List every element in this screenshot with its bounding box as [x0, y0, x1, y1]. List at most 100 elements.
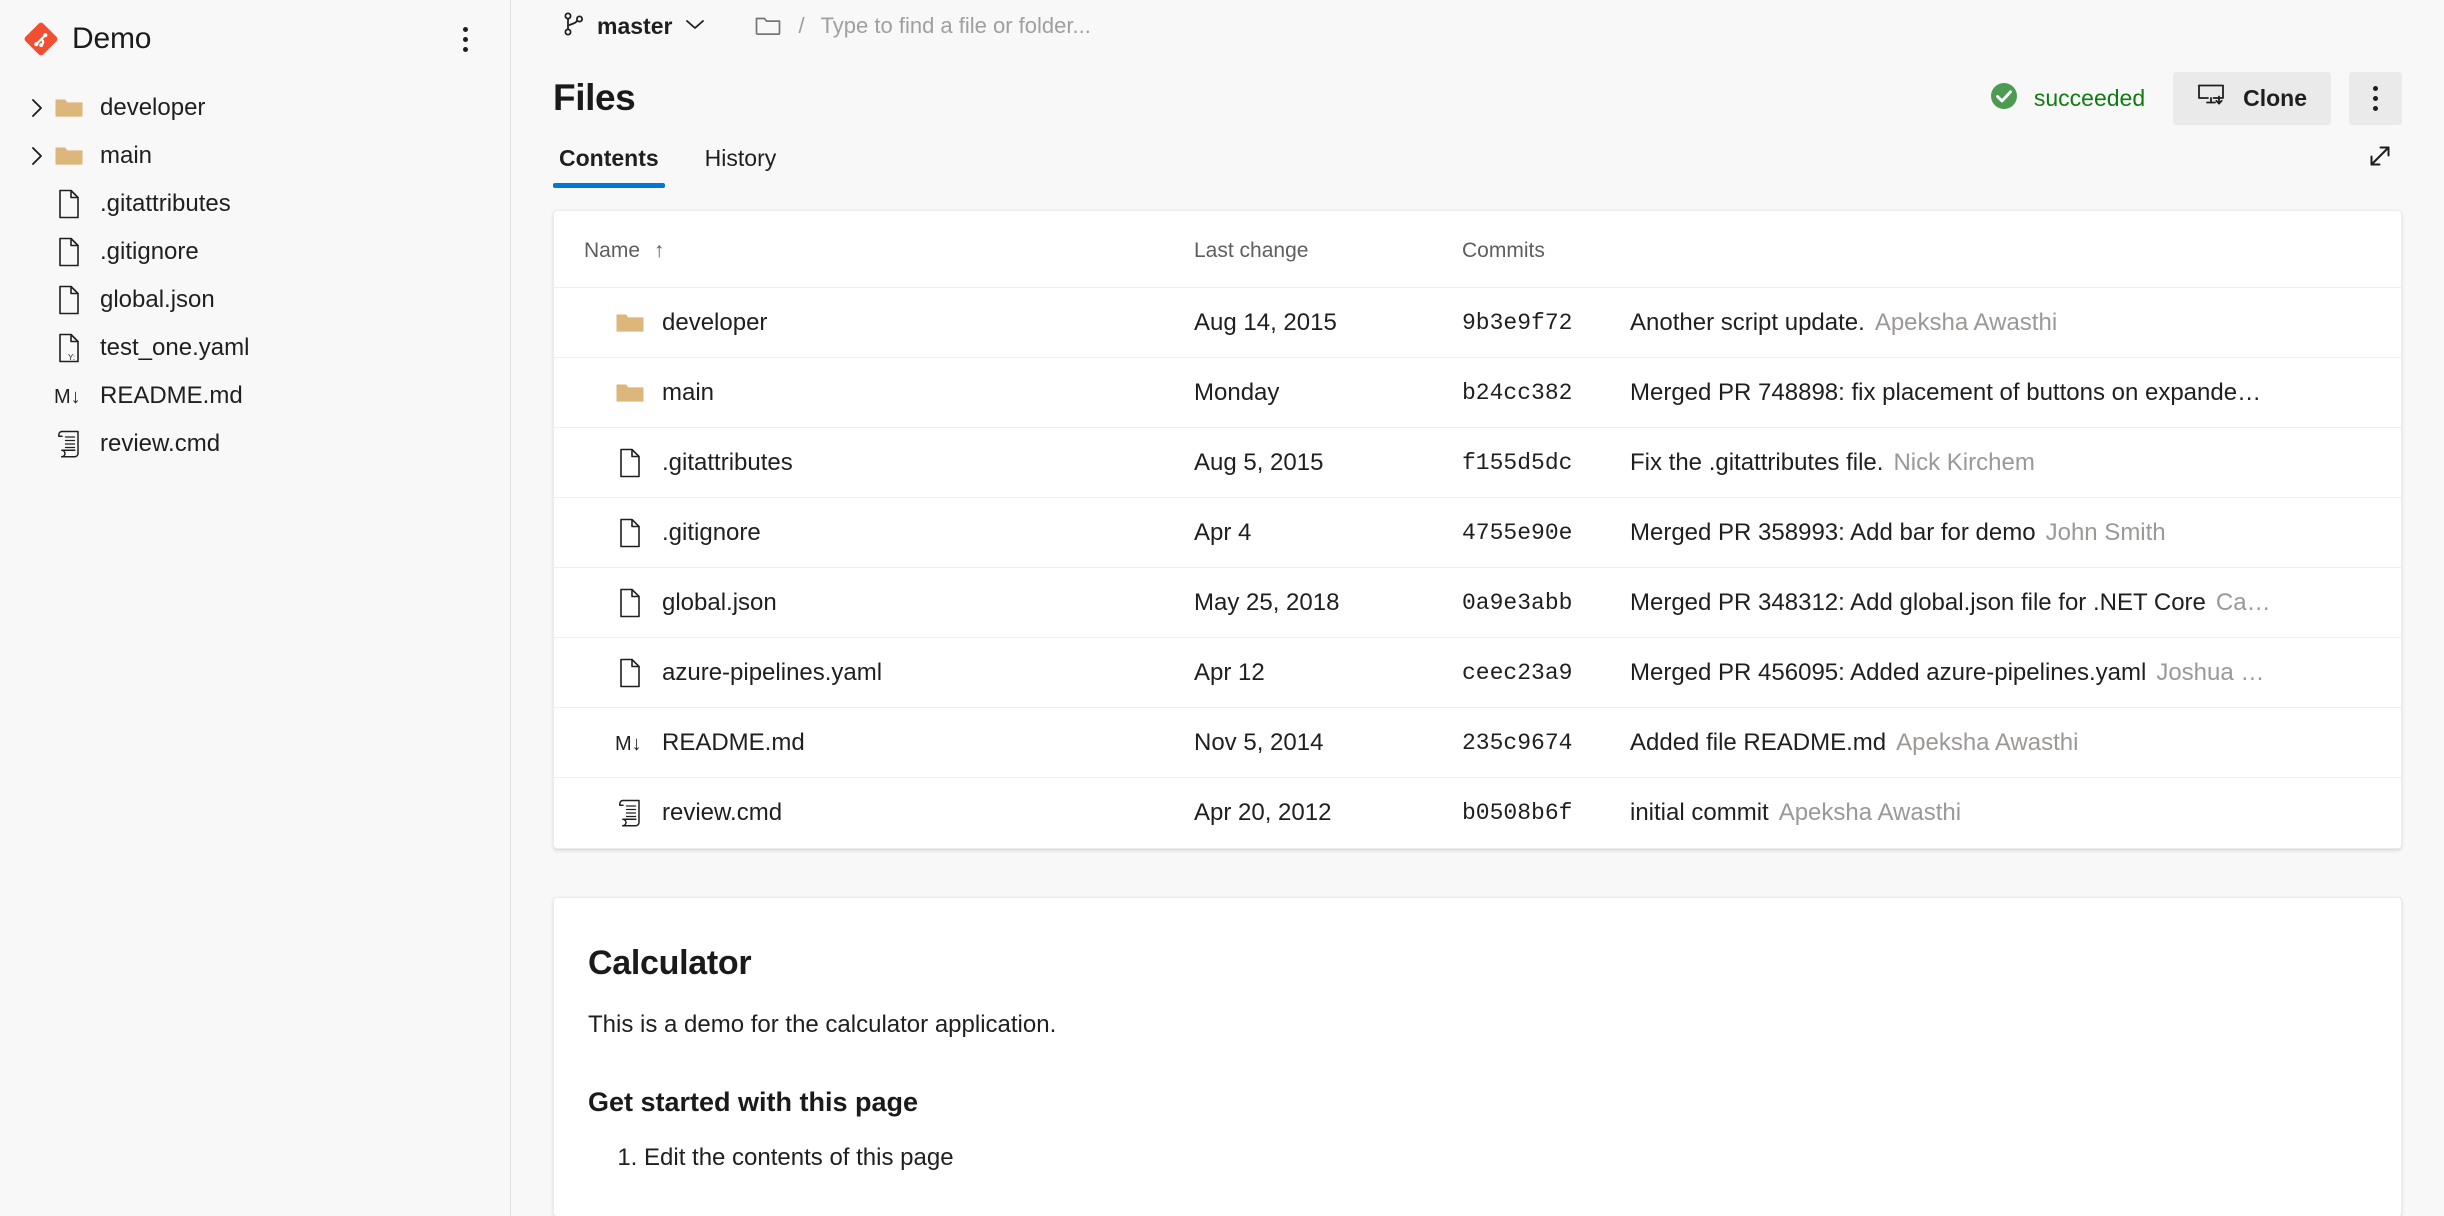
tree-item-gitattributes[interactable]: .gitattributes — [0, 180, 510, 228]
readme-paragraph: This is a demo for the calculator applic… — [588, 1010, 1057, 1038]
tree-item-label: developer — [100, 94, 206, 121]
file-search-input[interactable] — [820, 9, 1461, 43]
file-icon — [618, 588, 642, 618]
cell-name: review.cmd — [554, 778, 1194, 848]
file-icon — [57, 237, 81, 267]
folder-icon — [615, 311, 645, 335]
tree-item-label: main — [100, 142, 153, 169]
column-header-last-change[interactable]: Last change — [1194, 211, 1462, 288]
markdown-icon: M↓ — [614, 730, 646, 756]
tree-item-test-one-yaml[interactable]: Y: test_one.yaml — [0, 324, 510, 372]
cell-commit-hash[interactable]: 235c9674 — [1462, 707, 1630, 778]
commit-author-name: Apeksha Awasthi — [1778, 798, 1962, 826]
commit-message-text: Added file README.md — [1630, 728, 1887, 756]
table-row[interactable]: review.cmd Apr 20, 2012 b0508b6f initial co… — [554, 778, 2401, 848]
chevron-right-icon[interactable] — [22, 144, 52, 168]
cell-name: main — [554, 357, 1194, 428]
expand-view-button[interactable] — [2358, 134, 2402, 178]
file-icon — [57, 189, 81, 219]
cell-commit-hash[interactable]: 4755e90e — [1462, 497, 1630, 568]
tree-item-developer[interactable]: developer — [0, 84, 510, 132]
column-header-name[interactable]: Name ↑ — [554, 211, 1194, 288]
cell-commit-hash[interactable]: 0a9e3abb — [1462, 567, 1630, 638]
commit-message-text: Another script update. — [1630, 308, 1865, 336]
repo-more-menu-button[interactable] — [448, 22, 482, 56]
markdown-icon: M↓ — [54, 383, 84, 409]
folder-icon — [52, 96, 86, 120]
commit-message-text: initial commit — [1630, 798, 1769, 826]
cell-last-change: Aug 14, 2015 — [1194, 287, 1462, 358]
table-row[interactable]: developer Aug 14, 2015 9b3e9f72 Another scr… — [554, 287, 2401, 358]
chevron-down-icon — [684, 17, 706, 36]
yaml-file-icon: Y: — [52, 333, 86, 363]
file-name-link[interactable]: review.cmd — [662, 799, 782, 827]
tree-item-main[interactable]: main — [0, 132, 510, 180]
file-name-link[interactable]: .gitignore — [662, 519, 761, 547]
file-name-link[interactable]: main — [662, 379, 714, 407]
cell-commit-hash[interactable]: f155d5dc — [1462, 427, 1630, 498]
tree-item-gitignore[interactable]: .gitignore — [0, 228, 510, 276]
file-name-link[interactable]: azure-pipelines.yaml — [662, 659, 882, 687]
more-vertical-icon-dot — [2373, 105, 2378, 111]
file-icon — [614, 448, 646, 478]
repo-topbar: master / — [511, 0, 2444, 52]
chevron-right-icon[interactable] — [22, 96, 52, 120]
svg-text:Y:: Y: — [68, 353, 75, 362]
tree-item-review-cmd[interactable]: review.cmd — [0, 420, 510, 468]
commit-author-name: Nick Kirchem — [1893, 448, 2035, 476]
more-vertical-icon-dot — [2373, 95, 2378, 101]
files-table-card: Name ↑ Last change Commits developer Aug … — [553, 210, 2402, 849]
table-row[interactable]: M↓ README.md Nov 5, 2014 235c9674 Added file… — [554, 707, 2401, 778]
file-icon — [614, 518, 646, 548]
commit-author-name: John Smith — [2045, 518, 2166, 546]
cell-last-change: Apr 12 — [1194, 637, 1462, 708]
table-row[interactable]: global.json May 25, 2018 0a9e3abb Merged PR… — [554, 567, 2401, 638]
cell-commit-hash[interactable]: 9b3e9f72 — [1462, 287, 1630, 358]
file-name-link[interactable]: developer — [662, 309, 767, 337]
svg-text:M↓: M↓ — [615, 733, 642, 755]
column-header-commits[interactable]: Commits — [1462, 211, 1630, 288]
table-row[interactable]: .gitattributes Aug 5, 2015 f155d5dc Fix the… — [554, 427, 2401, 498]
page-header: Files succeeded Clone — [511, 52, 2444, 126]
markdown-icon: M↓ — [615, 730, 645, 756]
tab-history[interactable]: History — [699, 145, 783, 188]
column-header-message — [1630, 211, 2401, 288]
page-more-menu-button[interactable] — [2349, 71, 2402, 125]
markdown-icon: M↓ — [52, 383, 86, 409]
page-header-actions: succeeded Clone — [1988, 71, 2402, 125]
file-name-link[interactable]: README.md — [662, 729, 805, 757]
tree-item-global-json[interactable]: global.json — [0, 276, 510, 324]
branch-selector[interactable]: master — [553, 6, 716, 47]
tab-contents[interactable]: Contents — [553, 145, 665, 188]
cell-name: global.json — [554, 567, 1194, 638]
cell-last-change: Monday — [1194, 357, 1462, 428]
file-name-link[interactable]: global.json — [662, 589, 777, 617]
cell-commit-hash[interactable]: b24cc382 — [1462, 357, 1630, 428]
readme-preview-card: Calculator This is a demo for the calcul… — [553, 896, 2402, 1216]
clone-button[interactable]: Clone — [2173, 71, 2331, 125]
file-icon — [614, 588, 646, 618]
clone-button-label: Clone — [2243, 84, 2307, 111]
cell-name: azure-pipelines.yaml — [554, 637, 1194, 708]
git-branch-icon — [563, 11, 585, 42]
list-item: Edit the contents of this page — [644, 1140, 2367, 1176]
table-row[interactable]: azure-pipelines.yaml Apr 12 ceec23a9 Merged… — [554, 637, 2401, 708]
folder-outline-icon[interactable] — [754, 12, 782, 41]
cell-commit-message: Merged PR 358993: Add bar for demo John S… — [1630, 497, 2401, 568]
chevron-right-icon — [29, 144, 45, 168]
cell-name: .gitignore — [554, 497, 1194, 568]
cell-commit-hash[interactable]: ceec23a9 — [1462, 637, 1630, 708]
cell-commit-hash[interactable]: b0508b6f — [1462, 778, 1630, 848]
table-row[interactable]: .gitignore Apr 4 4755e90e Merged PR 358993:… — [554, 497, 2401, 568]
cell-commit-message: initial commit Apeksha Awasthi — [1630, 778, 2401, 848]
tree-item-readme-md[interactable]: M↓ README.md — [0, 372, 510, 420]
cell-commit-message: Merged PR 348312: Add global.json file f… — [1630, 567, 2401, 638]
sort-ascending-icon: ↑ — [653, 239, 665, 262]
commit-message-text: Merged PR 348312: Add global.json file f… — [1630, 588, 2206, 616]
build-status-badge: succeeded — [1988, 80, 2145, 117]
file-name-link[interactable]: .gitattributes — [662, 449, 793, 477]
cell-commit-message: Fix the .gitattributes file. Nick Kirchem — [1630, 427, 2401, 498]
table-row[interactable]: main Monday b24cc382 Merged PR 748898: fix … — [554, 357, 2401, 428]
commit-author-name: Ca… — [2215, 588, 2271, 616]
commit-message-text: Merged PR 358993: Add bar for demo — [1630, 518, 2036, 546]
